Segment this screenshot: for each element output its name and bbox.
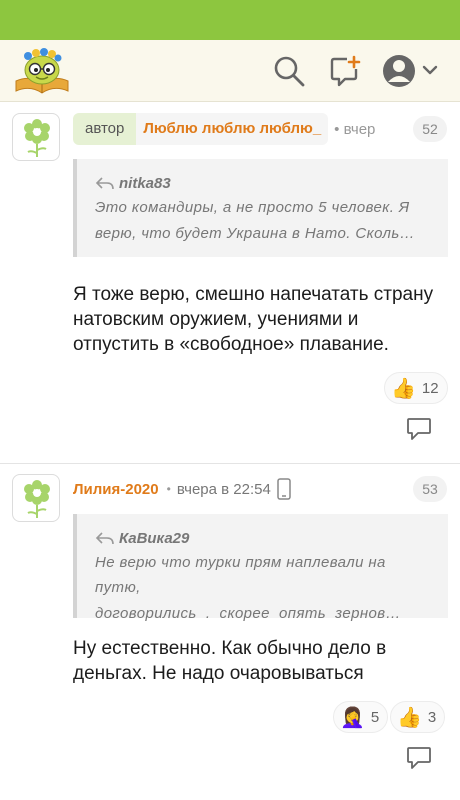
status-bar (0, 0, 460, 40)
reply-icon[interactable] (406, 417, 432, 441)
separator-dot: • (166, 482, 171, 496)
comment-time: • вчер (334, 120, 376, 138)
comment-number[interactable]: 52 (413, 116, 447, 142)
reaction-facepalm[interactable]: 🤦‍♀️ 5 (333, 701, 389, 733)
author-name[interactable]: Люблю люблю люблю_ (136, 113, 329, 145)
comment-item: автор Люблю люблю люблю_ • вчер 52 nitka… (0, 103, 460, 463)
quote-line: договорились . скорее опять зернов… (95, 605, 401, 622)
author-name[interactable]: Лилия-2020 (73, 481, 159, 498)
avatar[interactable] (12, 113, 60, 161)
comment-number[interactable]: 53 (413, 476, 447, 502)
quote-line: верю, что будет Украина в Нато. Сколь… (95, 225, 416, 242)
quoted-comment[interactable]: nitka83 Это командиры, а не просто 5 чел… (73, 159, 448, 257)
site-logo[interactable] (12, 45, 72, 97)
quoted-user: nitka83 (119, 174, 171, 192)
reaction-count: 5 (370, 708, 380, 726)
thumbs-up-icon: 👍 (397, 706, 422, 729)
comment-item: Лилия-2020 • вчера в 22:54 53 КаВика29 Н… (0, 464, 460, 800)
reply-icon[interactable] (406, 746, 432, 770)
comment-text: Ну естественно. Как обычно дело в деньга… (73, 638, 387, 684)
mobile-device-icon (277, 478, 291, 500)
quote-line: Это командиры, а не просто 5 человек. Я (95, 199, 410, 216)
new-post-icon[interactable] (328, 54, 362, 88)
profile-menu-button[interactable] (382, 54, 440, 88)
app-header (0, 40, 460, 102)
author-tag: автор (73, 113, 137, 145)
avatar[interactable] (12, 474, 60, 522)
reaction-thumbs-up[interactable]: 👍 3 (390, 701, 446, 733)
reply-arrow-icon (95, 177, 114, 190)
quote-line: Не верю что турки прям наплевали на путю… (95, 554, 386, 596)
quoted-user: КаВика29 (119, 529, 190, 547)
reaction-count: 3 (427, 708, 437, 726)
search-icon[interactable] (272, 54, 306, 88)
comment-text: Я тоже верю, смешно напечатать страну на… (73, 284, 434, 355)
reaction-count: 12 (421, 379, 439, 397)
author-badge[interactable]: автор Люблю люблю люблю_ (73, 113, 329, 145)
reply-arrow-icon (95, 532, 114, 545)
facepalm-icon: 🤦‍♀️ (340, 706, 365, 729)
thumbs-up-icon: 👍 (391, 377, 416, 400)
quoted-comment[interactable]: КаВика29 Не верю что турки прям наплевал… (73, 514, 448, 622)
reaction-thumbs-up[interactable]: 👍 12 (384, 372, 448, 404)
comment-time: вчера в 22:54 (176, 480, 271, 498)
